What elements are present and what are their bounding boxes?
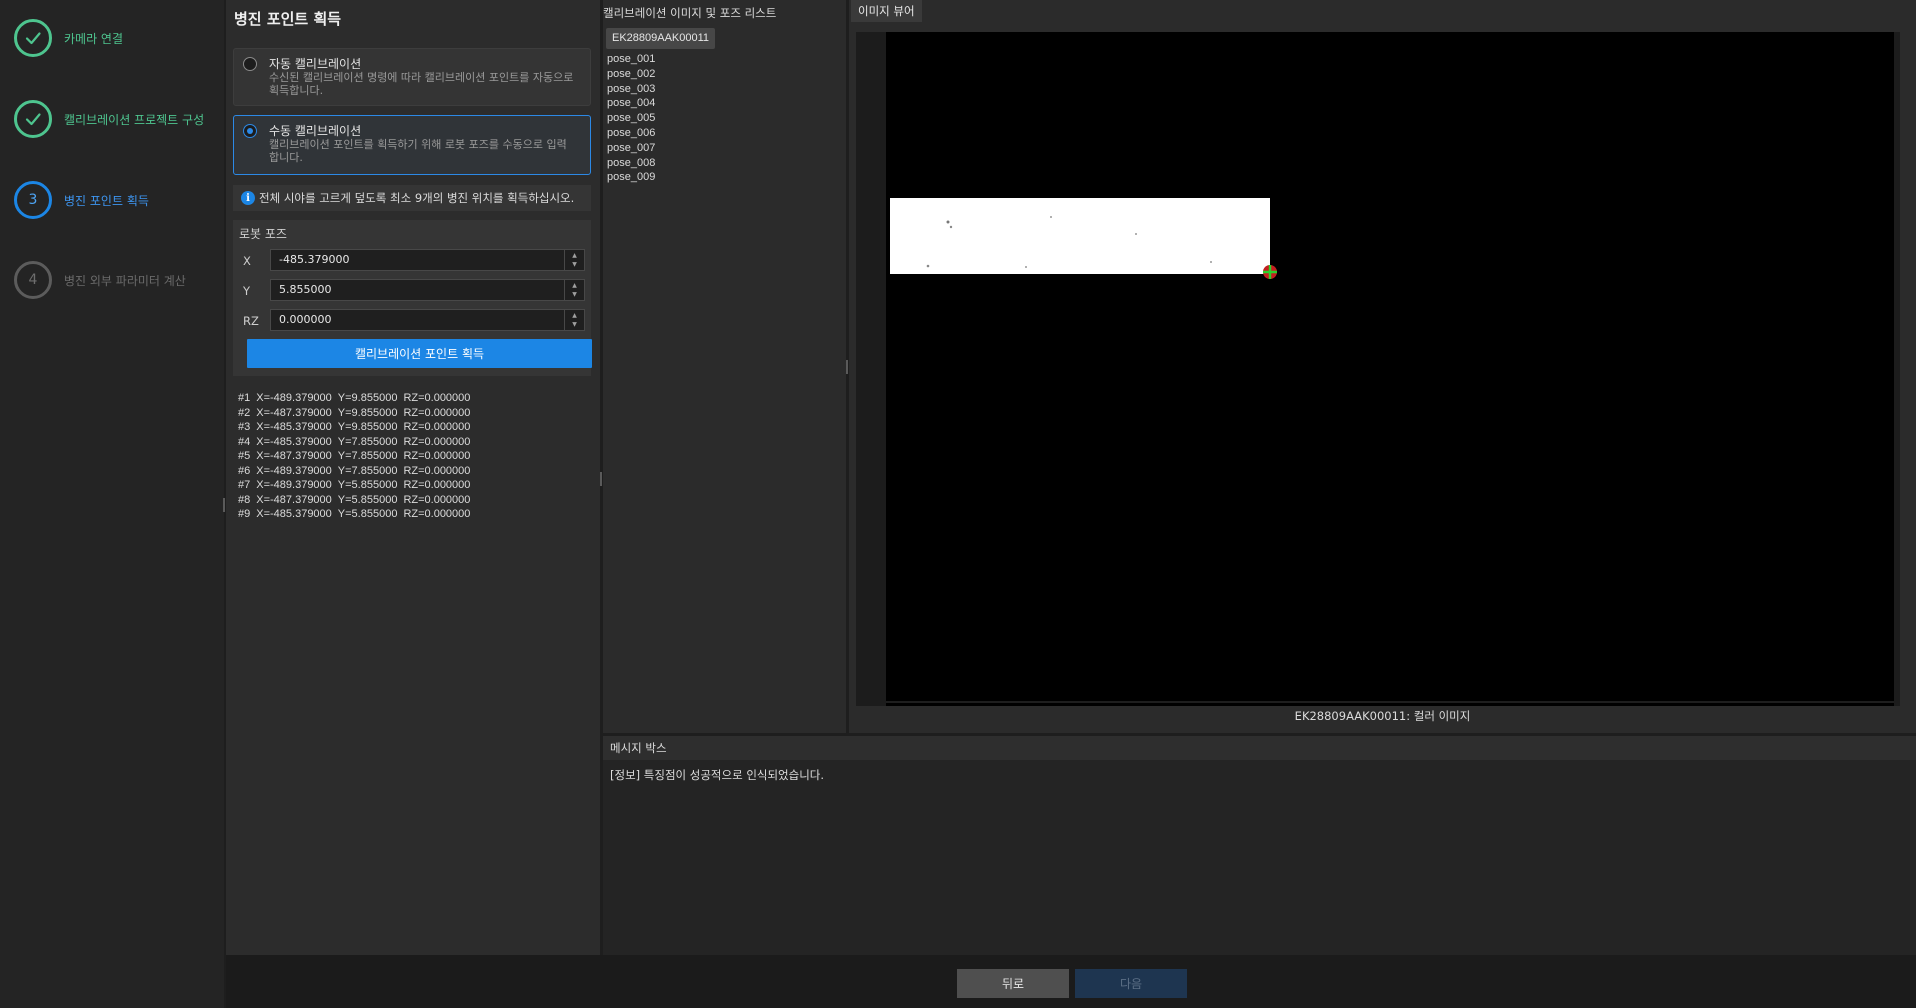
list-item: #8 X=-487.379000 Y=5.855000 RZ=0.000000 [238, 493, 471, 506]
wizard-sidebar: 카메라 연결 캘리브레이션 프로젝트 구성 3 병진 포인트 획득 4 병진 외… [0, 0, 224, 1008]
step-label: 병진 외부 파라미터 계산 [64, 273, 186, 288]
wizard-footer: 뒤로 다음 [226, 955, 1916, 1008]
pose-list-item[interactable]: pose_001 [607, 52, 842, 67]
pose-list-item[interactable]: pose_005 [607, 111, 842, 126]
image-viewer-tab[interactable]: 이미지 뷰어 [851, 0, 922, 22]
info-text: 전체 시야를 고르게 덮도록 최소 9개의 병진 위치를 획득하십시오. [259, 191, 575, 205]
manual-calibration-option[interactable]: 수동 캘리브레이션 캘리브레이션 포인트를 획득하기 위해 로봇 포즈를 수동으… [233, 115, 591, 175]
pose-list-item[interactable]: pose_002 [607, 67, 842, 82]
check-icon [14, 19, 52, 57]
image-pose-list-panel: 캘리브레이션 이미지 및 포즈 리스트 EK28809AAK00011 pose… [603, 0, 846, 733]
check-icon [14, 100, 52, 138]
step-label: 캘리브레이션 프로젝트 구성 [64, 112, 205, 127]
list-item: #1 X=-489.379000 Y=9.855000 RZ=0.000000 [238, 392, 471, 404]
step-number: 4 [14, 261, 52, 299]
list-item: #6 X=-489.379000 Y=7.855000 RZ=0.000000 [238, 464, 471, 477]
message-text: [정보] 특징점이 성공적으로 인식되었습니다. [610, 768, 825, 782]
next-button[interactable]: 다음 [1075, 969, 1187, 998]
list-item: #2 X=-487.379000 Y=9.855000 RZ=0.000000 [238, 406, 471, 419]
image-viewer-panel: 이미지 뷰어 EK28809AAK00011: 컬러 이미지 [849, 0, 1916, 733]
step-camera-connection[interactable]: 카메라 연결 [14, 18, 224, 58]
list-item: #3 X=-485.379000 Y=9.855000 RZ=0.000000 [238, 421, 471, 433]
camera-tab[interactable]: EK28809AAK00011 [606, 28, 716, 49]
pose-list-item[interactable]: pose_009 [607, 170, 842, 185]
rz-label: RZ [243, 314, 259, 328]
capture-point-button[interactable]: 캘리브레이션 포인트 획득 [247, 339, 592, 368]
manual-calibration-radio[interactable] [243, 124, 257, 138]
x-input[interactable]: -485.379000 ▲ ▼ [270, 249, 585, 271]
calibration-target-image [890, 198, 1270, 274]
captured-points-list: #1 X=-489.379000 Y=9.855000 RZ=0.000000 #2 X… [238, 391, 476, 522]
pose-row-rz: RZ 0.000000 ▲ ▼ [233, 309, 591, 333]
option-title: 자동 캘리브레이션 [269, 57, 362, 71]
list-item: #7 X=-489.379000 Y=5.855000 RZ=0.000000 [238, 479, 471, 491]
image-viewer-frame [856, 32, 1900, 706]
auto-calibration-radio[interactable] [243, 57, 257, 71]
step-number: 3 [14, 181, 52, 219]
pose-list: pose_001 pose_002 pose_003 pose_004 pose… [607, 52, 842, 185]
step-translation-points[interactable]: 3 병진 포인트 획득 [14, 180, 224, 220]
rz-input[interactable]: 0.000000 ▲ ▼ [270, 309, 585, 331]
panel-title: 캘리브레이션 이미지 및 포즈 리스트 [603, 6, 777, 20]
list-item: #9 X=-485.379000 Y=5.855000 RZ=0.000000 [238, 508, 471, 520]
pose-row-y: Y 5.855000 ▲ ▼ [233, 279, 591, 303]
rz-spinbox-arrows[interactable]: ▲ ▼ [564, 310, 584, 330]
robot-pose-title: 로봇 포즈 [239, 227, 287, 241]
y-value: 5.855000 [279, 283, 332, 296]
rz-value: 0.000000 [279, 313, 332, 326]
y-input[interactable]: 5.855000 ▲ ▼ [270, 279, 585, 301]
pose-list-item[interactable]: pose_008 [607, 156, 842, 171]
step-label: 병진 포인트 획득 [64, 193, 149, 208]
pose-list-item[interactable]: pose_004 [607, 96, 842, 111]
auto-calibration-option[interactable]: 자동 캘리브레이션 수신된 캘리브레이션 명령에 따라 캘리브레이션 포인트를 … [233, 48, 591, 106]
pose-list-item[interactable]: pose_006 [607, 126, 842, 141]
step-label: 카메라 연결 [64, 31, 124, 46]
message-box: 메시지 박스 [정보] 특징점이 성공적으로 인식되었습니다. [603, 736, 1916, 955]
y-spinbox-arrows[interactable]: ▲ ▼ [564, 280, 584, 300]
pose-list-item[interactable]: pose_007 [607, 141, 842, 156]
info-icon: i [241, 191, 255, 205]
option-description: 캘리브레이션 포인트를 획득하기 위해 로봇 포즈를 수동으로 입력합니다. [269, 138, 567, 164]
splitter-handle[interactable] [223, 498, 225, 512]
x-spinbox-arrows[interactable]: ▲ ▼ [564, 250, 584, 270]
splitter-handle[interactable] [600, 472, 602, 486]
list-item: #5 X=-487.379000 Y=7.855000 RZ=0.000000 [238, 450, 471, 462]
pose-list-item[interactable]: pose_003 [607, 82, 842, 97]
feature-point-marker [1263, 265, 1277, 279]
option-description: 수신된 캘리브레이션 명령에 따라 캘리브레이션 포인트를 자동으로 획득합니다… [269, 71, 574, 97]
info-bar: i 전체 시야를 고르게 덮도록 최소 9개의 병진 위치를 획득하십시오. [233, 185, 591, 211]
splitter-handle[interactable] [846, 360, 848, 374]
option-title: 수동 캘리브레이션 [269, 124, 362, 138]
camera-image [886, 198, 1894, 703]
page-title: 병진 포인트 획득 [234, 10, 342, 28]
step-project-config[interactable]: 캘리브레이션 프로젝트 구성 [14, 99, 224, 139]
list-item: #4 X=-485.379000 Y=7.855000 RZ=0.000000 [238, 435, 471, 448]
robot-pose-box: 로봇 포즈 X -485.379000 ▲ ▼ Y 5.855000 ▲ ▼ RZ … [233, 220, 592, 376]
image-canvas[interactable] [886, 32, 1894, 706]
pose-row-x: X -485.379000 ▲ ▼ [233, 249, 591, 273]
image-caption: EK28809AAK00011: 컬러 이미지 [1294, 709, 1471, 723]
y-label: Y [243, 284, 251, 298]
step-extrinsic-calc[interactable]: 4 병진 외부 파라미터 계산 [14, 260, 224, 300]
back-button[interactable]: 뒤로 [957, 969, 1069, 998]
x-value: -485.379000 [279, 253, 350, 266]
message-box-header: 메시지 박스 [603, 736, 1916, 760]
acquisition-panel: 병진 포인트 획득 자동 캘리브레이션 수신된 캘리브레이션 명령에 따라 캘리… [226, 0, 600, 955]
x-label: X [243, 254, 251, 268]
